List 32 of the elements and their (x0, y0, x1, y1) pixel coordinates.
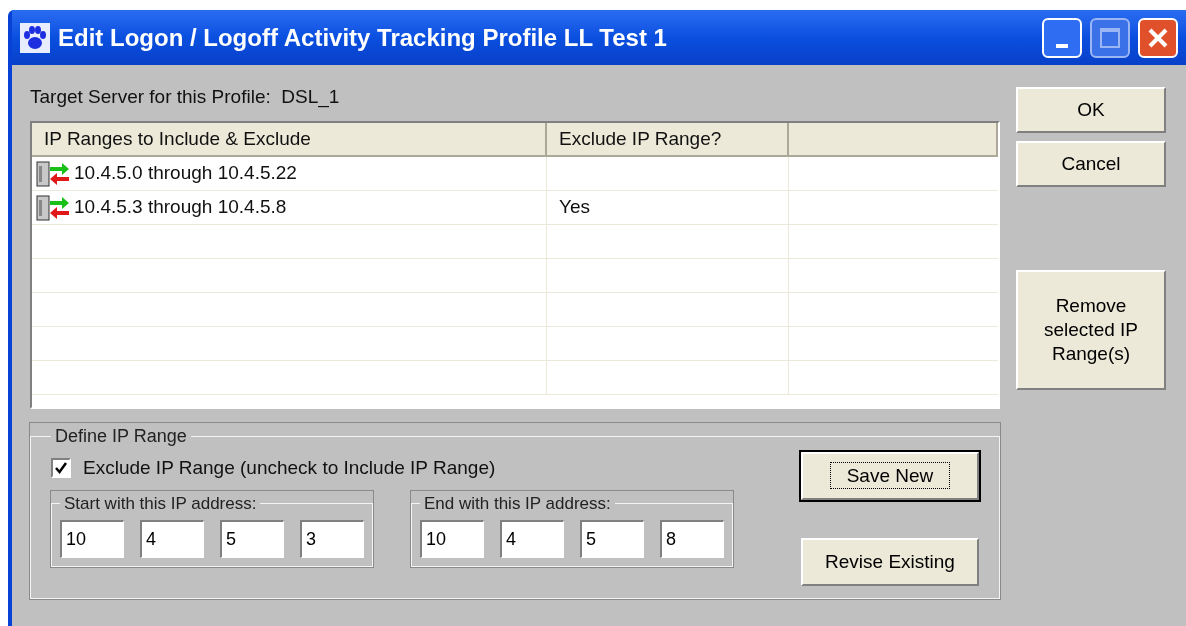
dialog-button[interactable]: Cancel (1016, 141, 1166, 187)
octet-field[interactable]: 4 (140, 520, 204, 558)
table-cell: Yes (547, 191, 789, 224)
close-icon (1147, 26, 1169, 49)
remove-range-button[interactable]: Remove selected IP Range(s) (1016, 270, 1166, 390)
minimize-button[interactable] (1042, 17, 1082, 58)
maximize-button[interactable] (1090, 17, 1130, 58)
column-header[interactable]: Exclude IP Range? (547, 123, 789, 155)
column-header[interactable]: IP Ranges to Include & Exclude (32, 123, 547, 155)
server-arrows-icon (36, 193, 70, 222)
octet-field[interactable]: 5 (220, 520, 284, 558)
close-button[interactable] (1138, 17, 1178, 58)
group-title: Start with this IP address: (63, 492, 258, 515)
server-arrows-icon (36, 159, 70, 188)
window-title: Edit Logon / Logoff Activity Tracking Profile LL Test 1 (58, 22, 668, 53)
checkbox[interactable] (51, 458, 71, 479)
octet-field[interactable]: 10 (60, 520, 124, 558)
table-cell: 10.4.5.0 through 10.4.5.22 (32, 157, 547, 190)
octet-field[interactable]: 5 (580, 520, 644, 558)
target-server-label: Target Server for this Profile: DSL_1 (30, 85, 341, 109)
octet-field[interactable]: 8 (660, 520, 724, 558)
save-new-button[interactable]: Save New (801, 452, 979, 500)
dialog-button[interactable]: OK (1016, 87, 1166, 133)
octet-field[interactable]: 3 (300, 520, 364, 558)
table-cell: 10.4.5.3 through 10.4.5.8 (32, 191, 547, 224)
octet-field[interactable]: 4 (500, 520, 564, 558)
group-title: Define IP Range (54, 425, 188, 448)
checkbox-label: Exclude IP Range (uncheck to Include IP Range) (83, 456, 496, 480)
group-title: End with this IP address: (423, 492, 612, 515)
octet-field[interactable]: 10 (420, 520, 484, 558)
revise-existing-button[interactable]: Revise Existing (801, 538, 979, 586)
paw-icon (20, 22, 50, 53)
